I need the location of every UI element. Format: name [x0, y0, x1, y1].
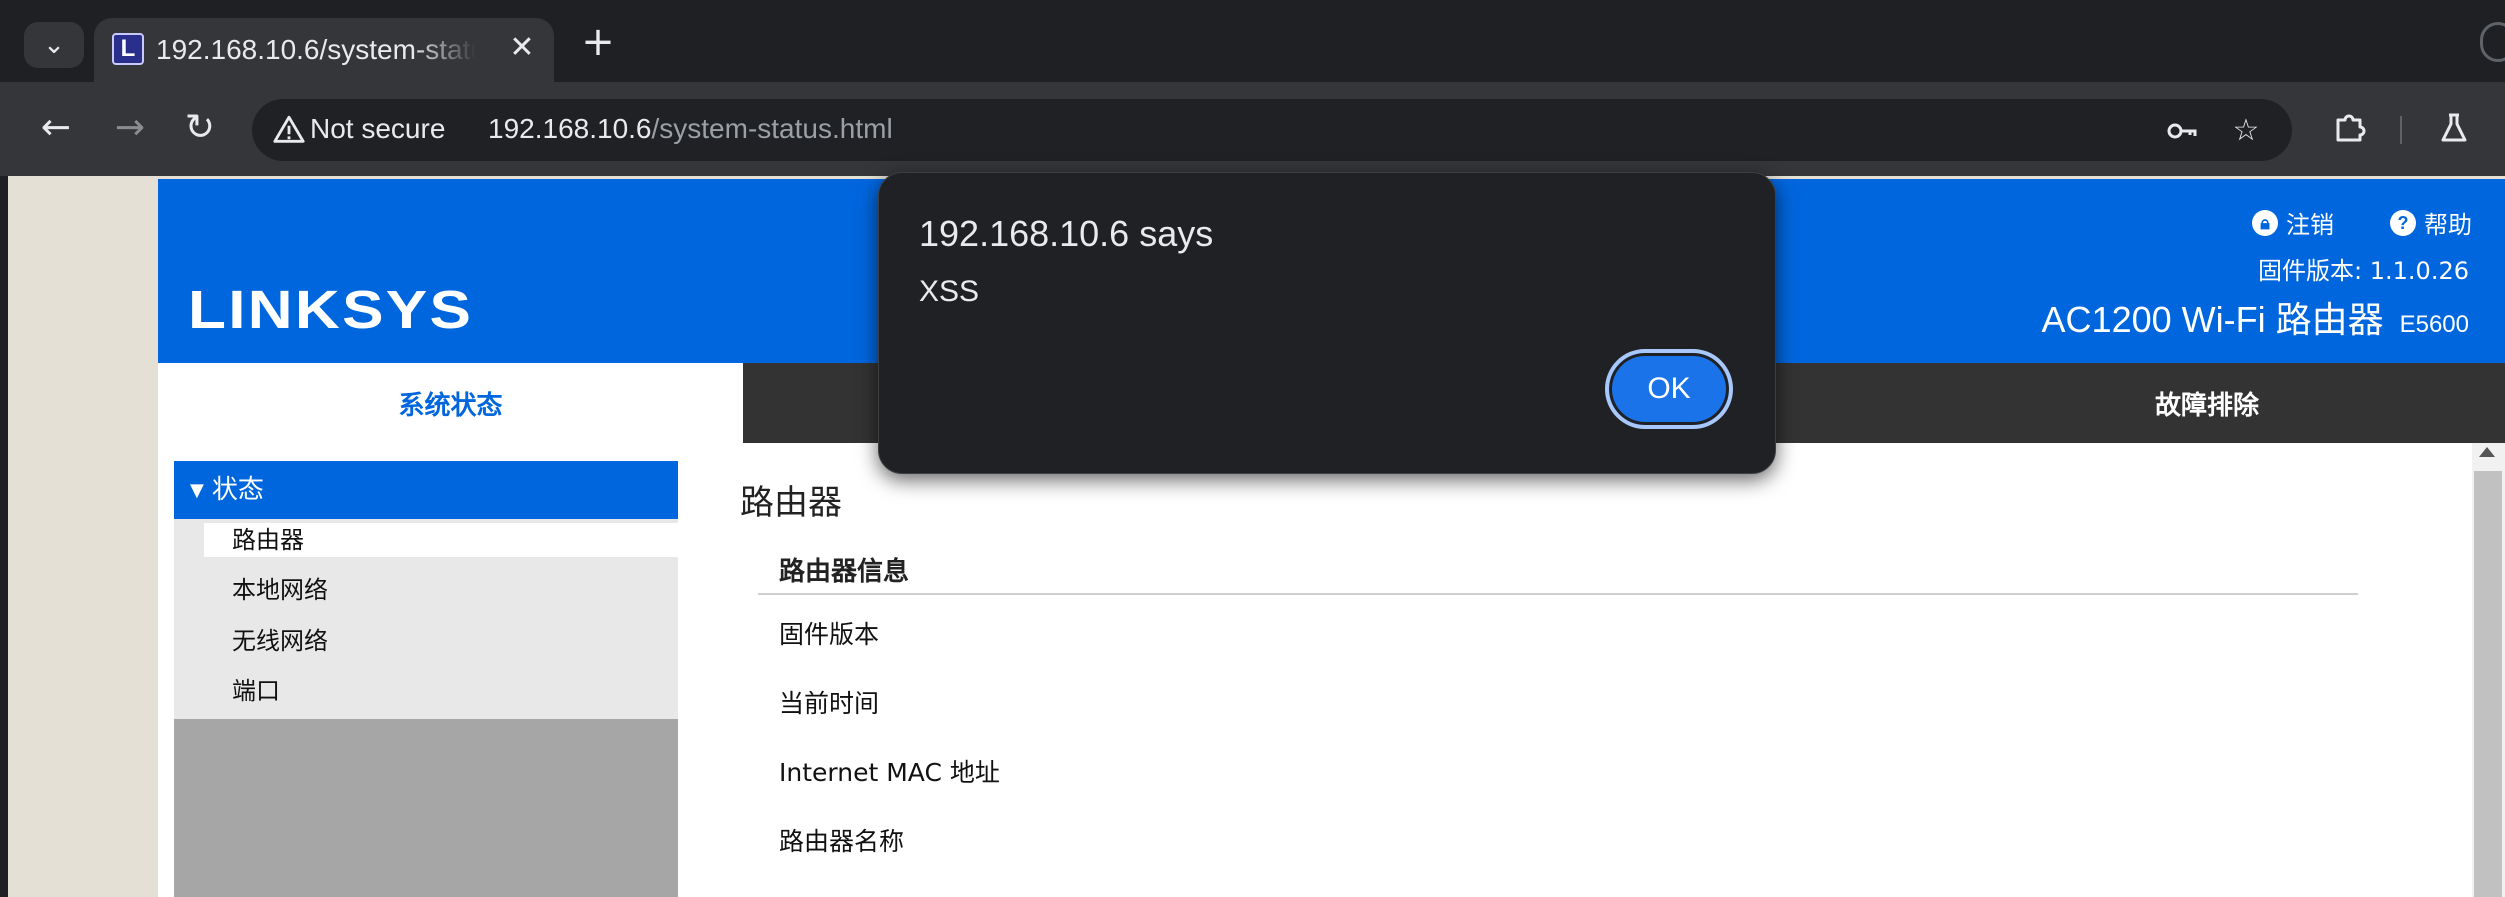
tab-title: 192.168.10.6/system-status.html [156, 34, 476, 65]
browser-tab-bar: ⌄ L 192.168.10.6/system-status.html ✕ + [0, 0, 2505, 84]
model-title: AC1200 Wi-Fi 路由器 E5600 [2042, 291, 2469, 343]
back-arrow-icon[interactable]: ← [32, 104, 80, 152]
reload-icon[interactable]: ↻ [176, 104, 224, 152]
firmware-version: 固件版本: 1.1.0.26 [2258, 257, 2469, 285]
linksys-favicon-icon: L [112, 33, 144, 65]
scrollbar-thumb[interactable] [2474, 471, 2502, 897]
not-secure-label[interactable]: Not secure [310, 113, 445, 145]
page-title: 路由器 [740, 483, 842, 523]
forward-arrow-icon[interactable]: → [106, 104, 154, 152]
alert-dialog: 192.168.10.6 says XSS OK [878, 172, 1776, 474]
sidebar-item-router[interactable]: 路由器 [204, 523, 678, 557]
tab-troubleshooting[interactable]: 故障排除 [2155, 385, 2259, 422]
logout-link[interactable]: 🔒︎ 注销 [2252, 205, 2334, 240]
section-title: 路由器信息 [779, 557, 910, 587]
key-icon[interactable] [2162, 111, 2202, 151]
page-scrollbar[interactable] [2472, 443, 2505, 897]
url-host: 192.168.10.6 [488, 113, 652, 144]
profile-indicator[interactable] [2480, 22, 2505, 62]
labs-flask-icon[interactable] [2430, 104, 2478, 152]
browser-toolbar: ← → ↻ Not secure 192.168.10.6/system-sta… [0, 82, 2505, 176]
ok-button[interactable]: OK [1605, 349, 1733, 429]
new-tab-plus-icon[interactable]: + [578, 22, 618, 62]
tab-system-status[interactable]: 系统状态 [158, 363, 743, 443]
tab-close-icon[interactable]: ✕ [504, 30, 540, 66]
url-text[interactable]: 192.168.10.6/system-status.html [488, 113, 893, 145]
triangle-down-icon: ▼ [190, 479, 204, 501]
info-label-router-name: 路由器名称 [779, 827, 905, 856]
lock-icon: 🔒︎ [2252, 209, 2278, 236]
alert-message: XSS [919, 275, 980, 308]
sidebar-section-status[interactable]: ▼ 状态 [174, 461, 678, 519]
sidebar-item-local-network[interactable]: 本地网络 [204, 573, 678, 607]
help-question-icon: ? [2390, 209, 2416, 236]
url-path: /system-status.html [651, 113, 893, 144]
extensions-puzzle-icon[interactable] [2326, 104, 2374, 152]
help-label: 帮助 [2424, 211, 2472, 239]
toolbar-separator [2400, 116, 2402, 144]
warning-triangle-icon [273, 115, 305, 143]
info-label-firmware: 固件版本 [779, 620, 880, 649]
tab-system-status-label: 系统状态 [398, 391, 503, 421]
model-name: AC1200 Wi-Fi 路由器 [2041, 299, 2384, 340]
star-bookmark-icon[interactable]: ☆ [2226, 111, 2266, 151]
info-label-current-time: 当前时间 [779, 689, 880, 718]
sidebar-list: 路由器 本地网络 无线网络 端口 [174, 519, 678, 719]
address-bar[interactable]: Not secure 192.168.10.6/system-status.ht… [252, 99, 2292, 161]
model-code: E5600 [2399, 311, 2469, 338]
info-label-mac: Internet MAC 地址 [779, 758, 1000, 787]
browser-tab[interactable]: L 192.168.10.6/system-status.html ✕ [94, 18, 554, 84]
section-divider [758, 593, 2358, 595]
sidebar-section-label: 状态 [211, 475, 264, 505]
alert-title: 192.168.10.6 says [919, 213, 1214, 254]
chevron-down-icon: ⌄ [43, 30, 65, 60]
logout-label: 注销 [2286, 211, 2334, 239]
help-link[interactable]: ? 帮助 [2390, 205, 2472, 240]
scroll-up-arrow-icon[interactable] [2479, 447, 2495, 457]
tab-search-dropdown-button[interactable]: ⌄ [24, 22, 84, 68]
sidebar-item-wireless-network[interactable]: 无线网络 [204, 624, 678, 658]
sidebar: ▼ 状态 路由器 本地网络 无线网络 端口 [174, 461, 678, 897]
linksys-logo: LINKSYS [188, 280, 474, 340]
sidebar-item-ports[interactable]: 端口 [204, 674, 678, 708]
